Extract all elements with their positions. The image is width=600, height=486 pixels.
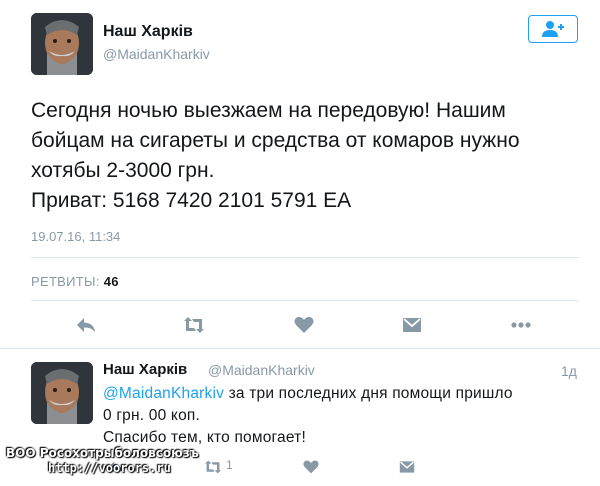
add-user-icon [542, 21, 564, 37]
tweet-text: Сегодня ночью выезжаем на передовую! Наш… [31, 96, 576, 216]
more-button[interactable] [508, 314, 534, 336]
reply-icon [77, 318, 95, 332]
tweet-text-line: Сегодня ночью выезжаем на передовую! Наш… [31, 99, 506, 122]
retweet-button[interactable] [181, 314, 207, 336]
reply-author-avatar[interactable] [31, 362, 93, 424]
reply-retweet-count: 1 [226, 458, 233, 472]
mention-link[interactable]: @MaidanKharkiv [103, 385, 224, 402]
retweets-label: РЕТВИТЫ: [31, 274, 100, 289]
message-icon [403, 318, 421, 332]
retweets-count: 46 [103, 274, 119, 289]
more-icon [511, 322, 531, 328]
author-name[interactable]: Наш Харків [103, 23, 193, 41]
reply-author-name[interactable]: Наш Харків [103, 361, 187, 378]
reply-timestamp[interactable]: 1д [561, 363, 577, 379]
reply-button[interactable] [73, 314, 99, 336]
author-handle[interactable]: @MaidanKharkiv [103, 46, 210, 62]
like-icon [294, 316, 314, 333]
reply-like-button[interactable] [298, 456, 324, 478]
reply-message-button[interactable] [394, 456, 420, 478]
divider [31, 257, 579, 258]
tweet-text-line: хотябы 2-3000 грн. [31, 159, 215, 182]
reply-retweet-button[interactable] [200, 456, 226, 478]
reply-text: @MaidanKharkiv за три последних дня помо… [103, 383, 513, 449]
message-icon [399, 461, 415, 473]
avatar-portrait-image [31, 13, 93, 75]
tweet-timestamp[interactable]: 19.07.16, 11:34 [31, 229, 120, 244]
like-icon [303, 460, 319, 474]
avatar-portrait-image [31, 362, 93, 424]
reply-text-line: 0 грн. 00 коп. [103, 407, 200, 424]
reply-author-handle[interactable]: @MaidanKharkiv [208, 362, 315, 378]
retweet-icon [205, 460, 221, 474]
retweets-stat[interactable]: РЕТВИТЫ: 46 [31, 274, 119, 289]
follow-button[interactable] [528, 15, 578, 43]
retweet-icon [184, 317, 204, 333]
direct-message-button[interactable] [399, 314, 425, 336]
divider [0, 348, 600, 349]
author-avatar[interactable] [31, 13, 93, 75]
like-button[interactable] [291, 314, 317, 336]
watermark-title: ВОО Росохотрыболовсоюзъ [6, 446, 199, 460]
tweet-text-line: Приват: 5168 7420 2101 5791 ЕА [31, 189, 352, 212]
reply-text-fragment: за три последних дня помощи пришло [224, 385, 513, 402]
tweet-text-line: бойцам на сигареты и средства от комаров… [31, 129, 520, 152]
divider [31, 300, 579, 301]
reply-text-line: @MaidanKharkiv за три последних дня помо… [103, 383, 513, 405]
watermark-url: http://voorors.ru [48, 461, 171, 475]
